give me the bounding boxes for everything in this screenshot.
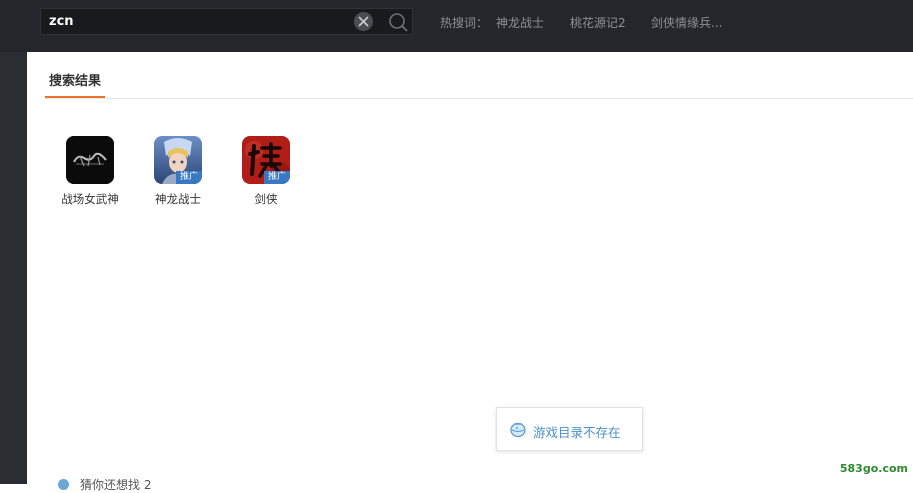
toast-message: 游戏目录不存在 [533,425,621,440]
search-box[interactable] [40,8,413,35]
game-name: 剑侠 [254,192,278,206]
main-panel: 搜索结果 战场女武神 推广 神龙战士 推广 剑侠 [27,52,913,484]
watermark: 583go.com [839,462,908,475]
game-name: 战场女武神 [61,192,119,206]
game-result-item[interactable]: 推广 剑侠 [231,136,301,207]
tab-search-results[interactable]: 搜索结果 [45,70,106,98]
game-result-item[interactable]: 战场女武神 [55,136,125,207]
hot-word-link[interactable]: 神龙战士 [496,14,544,31]
left-sidebar [0,52,27,484]
section-bullet-icon [58,479,69,490]
search-input[interactable] [49,9,349,34]
toast-notification: 游戏目录不存在 [496,407,643,451]
promo-badge: 推广 [176,171,202,184]
hot-word-link[interactable]: 桃花源记2 [570,14,626,31]
game-icon-warrior: 推广 [154,136,202,184]
fish-bowl-icon [510,422,526,438]
clear-search-button[interactable] [354,12,373,31]
game-icon-red-glyph: 推广 [242,136,290,184]
section-heading: 猜你还想找 2 [80,478,152,492]
search-button[interactable] [387,11,409,33]
game-icon-dark [66,136,114,184]
search-icon [389,13,408,32]
hot-word-link[interactable]: 剑侠情缘兵... [651,14,722,31]
game-result-item[interactable]: 推广 神龙战士 [143,136,213,207]
tab-bar: 搜索结果 [45,70,913,99]
close-icon [358,16,369,27]
game-name: 神龙战士 [155,192,201,206]
hot-search-label: 热搜词： [440,16,489,30]
top-bar: 热搜词： 神龙战士 桃花源记2 剑侠情缘兵... [0,0,913,52]
promo-badge: 推广 [264,171,290,184]
